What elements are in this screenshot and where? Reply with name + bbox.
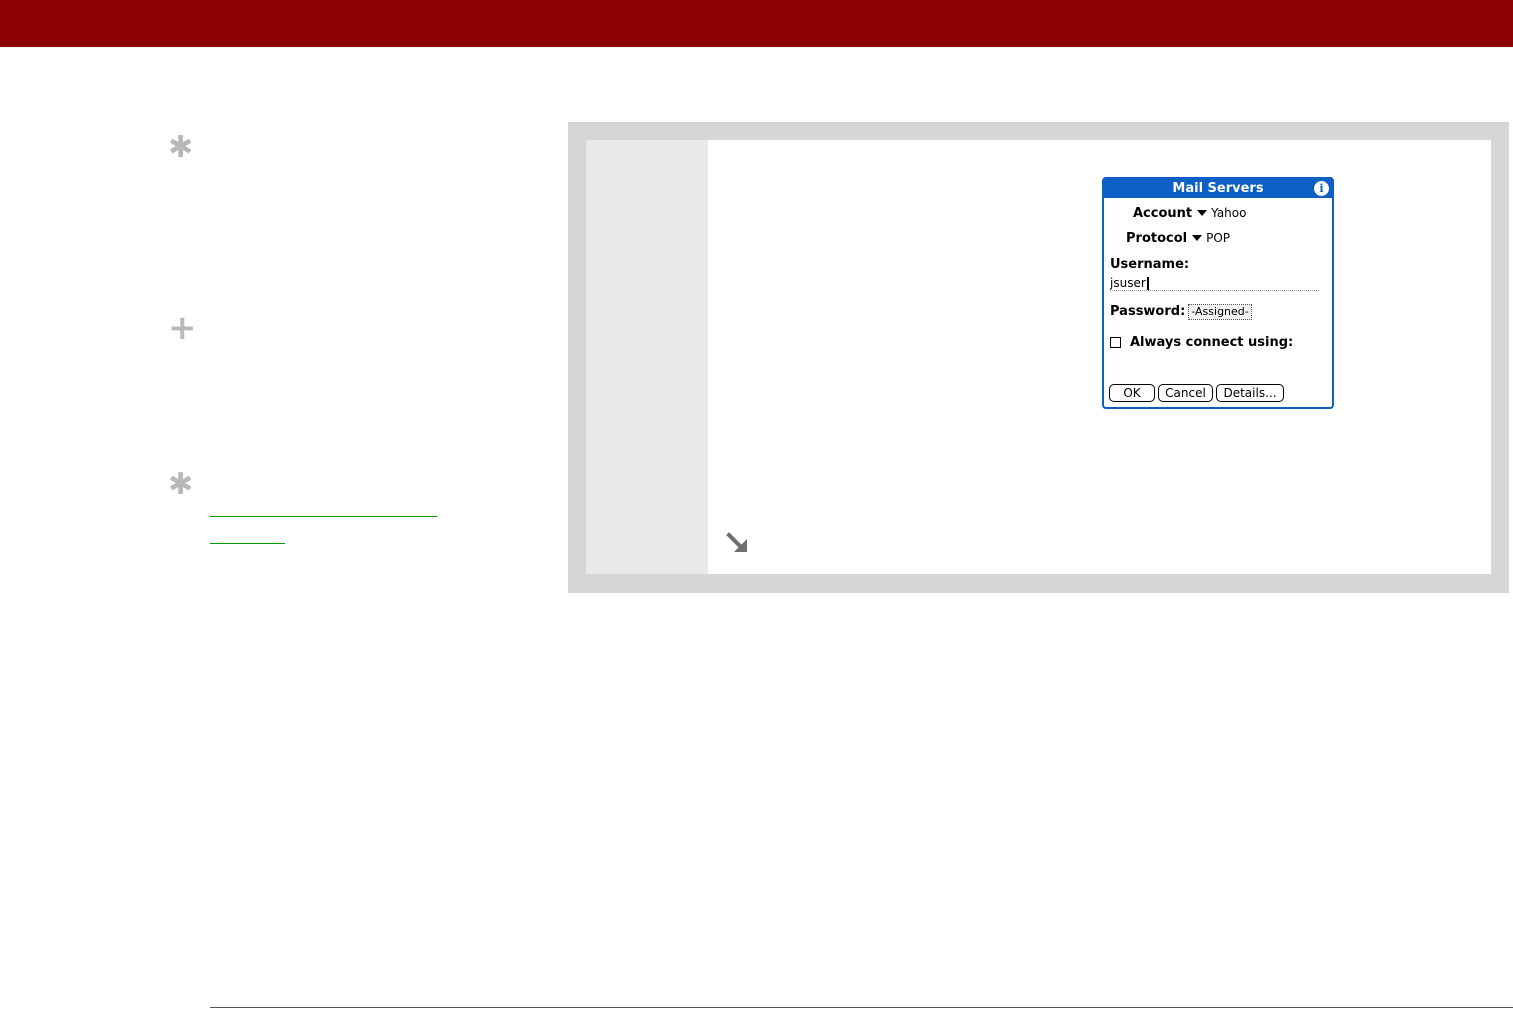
protocol-row[interactable]: Protocol POP	[1126, 231, 1230, 246]
tip-asterisk-icon-2: ✱	[168, 467, 194, 502]
cross-reference-link-continued[interactable]	[210, 543, 285, 544]
username-label: Username:	[1110, 257, 1190, 272]
dialog-title-text: Mail Servers	[1172, 181, 1264, 196]
always-connect-row[interactable]: Always connect using:	[1110, 335, 1293, 350]
username-input[interactable]: jsuser	[1110, 276, 1319, 291]
dropdown-arrow-icon[interactable]	[1197, 210, 1208, 216]
cancel-button[interactable]: Cancel	[1158, 384, 1213, 402]
plus-icon: +	[168, 308, 197, 348]
password-label: Password:	[1110, 304, 1186, 319]
dialog-title: Mail Servers i	[1104, 179, 1332, 198]
protocol-label: Protocol	[1126, 231, 1188, 246]
account-value[interactable]: Yahoo	[1211, 206, 1246, 220]
dropdown-arrow-icon[interactable]	[1192, 235, 1203, 241]
cross-reference-link[interactable]	[210, 516, 437, 517]
always-connect-checkbox[interactable]	[1110, 337, 1121, 348]
continue-arrow-icon	[726, 532, 747, 552]
mail-servers-dialog: Mail Servers i Account Yahoo Protocol POP …	[1102, 177, 1334, 409]
dialog-buttons: OK Cancel Details...	[1109, 384, 1287, 402]
username-value: jsuser	[1110, 276, 1146, 290]
text-cursor	[1146, 277, 1149, 290]
footer-rule	[210, 1007, 1513, 1008]
password-row: Password: -Assigned-	[1110, 304, 1252, 320]
ok-button[interactable]: OK	[1109, 384, 1155, 402]
header-bar	[0, 0, 1513, 47]
password-button[interactable]: -Assigned-	[1188, 304, 1252, 320]
tip-asterisk-icon: ✱	[168, 130, 194, 165]
protocol-value[interactable]: POP	[1206, 231, 1230, 245]
step-content: Mail Servers i Account Yahoo Protocol POP …	[708, 140, 1491, 574]
details-button[interactable]: Details...	[1216, 384, 1284, 402]
step-number-column	[586, 140, 708, 574]
always-connect-label: Always connect using:	[1130, 335, 1294, 350]
account-label: Account	[1133, 206, 1193, 221]
step-panel: Mail Servers i Account Yahoo Protocol POP …	[568, 122, 1509, 593]
account-row[interactable]: Account Yahoo	[1133, 206, 1246, 221]
info-icon[interactable]: i	[1314, 181, 1329, 196]
